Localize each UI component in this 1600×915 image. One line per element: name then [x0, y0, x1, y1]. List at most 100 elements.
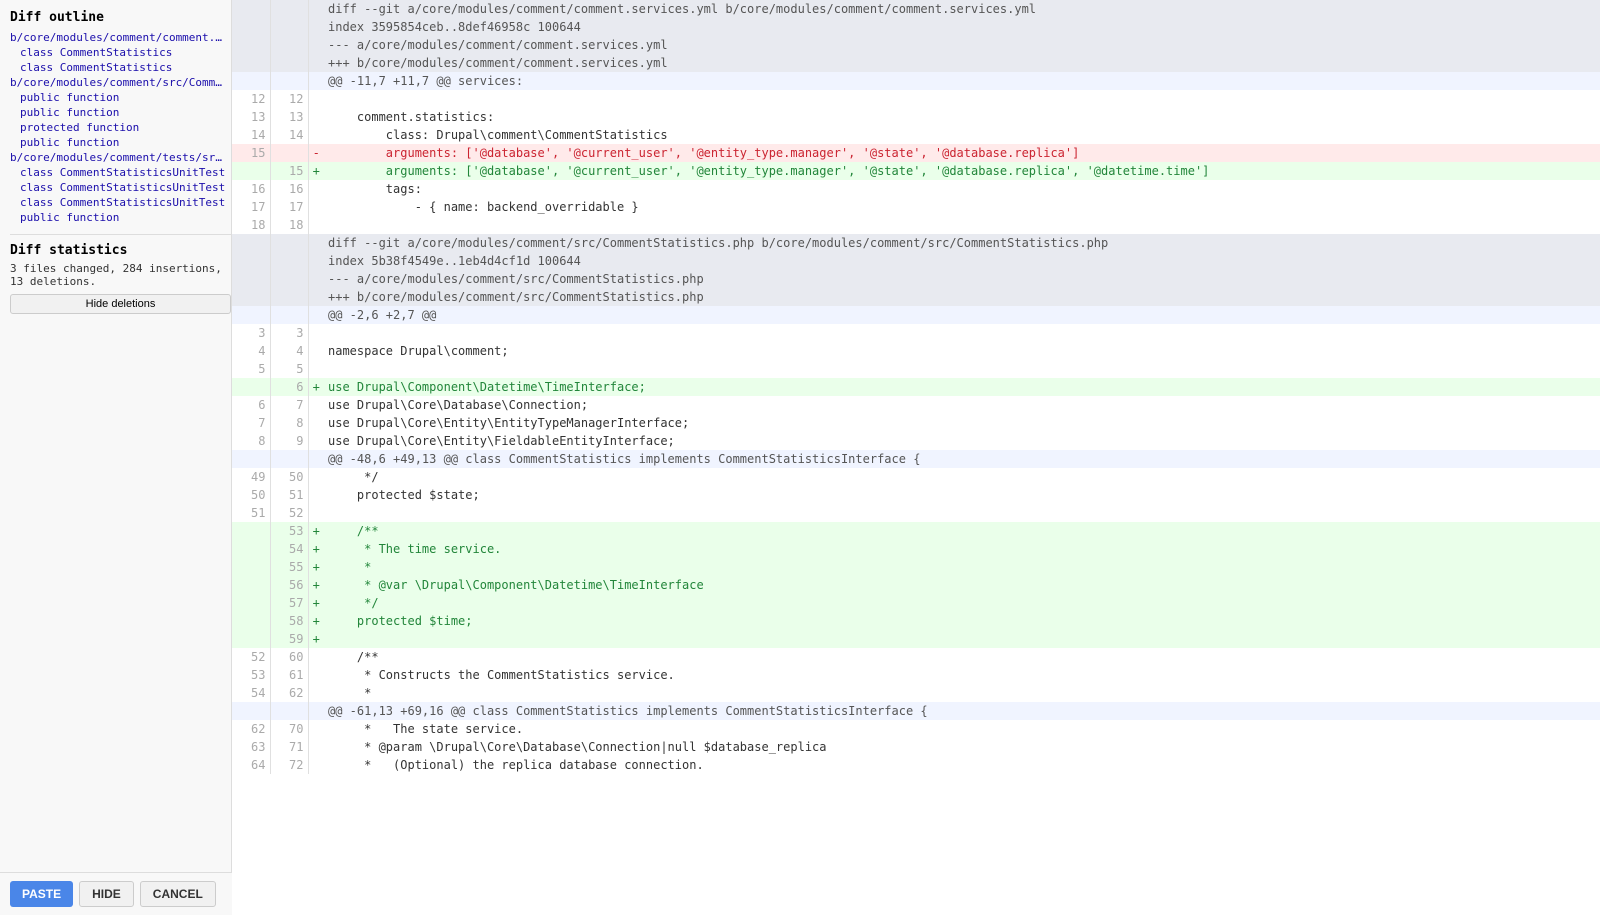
line-num-right [270, 702, 308, 720]
sidebar-indent-2-0[interactable]: public function [10, 91, 231, 104]
line-num-left: 50 [232, 486, 270, 504]
line-num-right: 4 [270, 342, 308, 360]
diff-sign [308, 702, 324, 720]
table-row: 67use Drupal\Core\Database\Connection; [232, 396, 1600, 414]
line-num-right: 51 [270, 486, 308, 504]
diff-sign [308, 684, 324, 702]
diff-sign [308, 18, 324, 36]
table-row: 55 [232, 360, 1600, 378]
sidebar-file-3[interactable]: b/core/modules/comment/tests/src/Unit/Co… [10, 151, 231, 164]
cancel-button[interactable]: CANCEL [140, 881, 216, 907]
sidebar-indent-3-0[interactable]: class CommentStatisticsUnitTest [10, 166, 231, 179]
sidebar-indent-2-1[interactable]: public function [10, 106, 231, 119]
diff-code: class: Drupal\comment\CommentStatistics [324, 126, 1600, 144]
table-row: 6+use Drupal\Component\Datetime\TimeInte… [232, 378, 1600, 396]
table-row: 5051 protected $state; [232, 486, 1600, 504]
diff-main: diff --git a/core/modules/comment/commen… [232, 0, 1600, 915]
diff-code: * The state service. [324, 720, 1600, 738]
line-num-right [270, 450, 308, 468]
diff-sign [308, 414, 324, 432]
line-num-right: 8 [270, 414, 308, 432]
table-row: 6371 * @param \Drupal\Core\Database\Conn… [232, 738, 1600, 756]
table-row: --- a/core/modules/comment/comment.servi… [232, 36, 1600, 54]
line-num-right [270, 252, 308, 270]
line-num-left [232, 630, 270, 648]
line-num-right: 14 [270, 126, 308, 144]
line-num-left: 53 [232, 666, 270, 684]
diff-code: use Drupal\Core\Entity\EntityTypeManager… [324, 414, 1600, 432]
diff-sign: + [308, 378, 324, 396]
diff-code: * (Optional) the replica database connec… [324, 756, 1600, 774]
line-num-left: 14 [232, 126, 270, 144]
line-num-left [232, 252, 270, 270]
table-row: index 5b38f4549e..1eb4d4cf1d 100644 [232, 252, 1600, 270]
diff-sign [308, 360, 324, 378]
sidebar-indent-2-2[interactable]: protected function [10, 121, 231, 134]
line-num-left: 4 [232, 342, 270, 360]
sidebar-indent-3-3[interactable]: public function [10, 211, 231, 224]
sidebar-file-1[interactable]: b/core/modules/comment/comment.services.… [10, 31, 231, 44]
diff-code: use Drupal\Component\Datetime\TimeInterf… [324, 378, 1600, 396]
diff-code: /** [324, 648, 1600, 666]
line-num-right [270, 144, 308, 162]
table-row: 15- arguments: ['@database', '@current_u… [232, 144, 1600, 162]
diff-sign: - [308, 144, 324, 162]
line-num-left [232, 306, 270, 324]
diff-code: protected $time; [324, 612, 1600, 630]
diff-sign [308, 36, 324, 54]
diff-code: arguments: ['@database', '@current_user'… [324, 162, 1600, 180]
table-row: 4950 */ [232, 468, 1600, 486]
sidebar-indent-3-1[interactable]: class CommentStatisticsUnitTest [10, 181, 231, 194]
line-num-right: 15 [270, 162, 308, 180]
sidebar-indent-3-2[interactable]: class CommentStatisticsUnitTest [10, 196, 231, 209]
line-num-left [232, 594, 270, 612]
line-num-right [270, 0, 308, 18]
table-row: 53+ /** [232, 522, 1600, 540]
diff-sign [308, 54, 324, 72]
diff-code: arguments: ['@database', '@current_user'… [324, 144, 1600, 162]
table-row: 56+ * @var \Drupal\Component\Datetime\Ti… [232, 576, 1600, 594]
line-num-right: 59 [270, 630, 308, 648]
table-row: 58+ protected $time; [232, 612, 1600, 630]
diff-code: diff --git a/core/modules/comment/commen… [324, 0, 1600, 18]
diff-stats-title: Diff statistics [10, 243, 231, 258]
diff-code: * The time service. [324, 540, 1600, 558]
diff-sign [308, 90, 324, 108]
diff-sign [308, 450, 324, 468]
diff-code: --- a/core/modules/comment/comment.servi… [324, 36, 1600, 54]
diff-sign [308, 252, 324, 270]
diff-sign [308, 198, 324, 216]
hide-button[interactable]: HIDE [79, 881, 134, 907]
diff-code: use Drupal\Core\Database\Connection; [324, 396, 1600, 414]
line-num-left [232, 450, 270, 468]
line-num-left: 13 [232, 108, 270, 126]
line-num-left [232, 270, 270, 288]
hide-deletions-button[interactable]: Hide deletions [10, 294, 231, 314]
table-row: 78use Drupal\Core\Entity\EntityTypeManag… [232, 414, 1600, 432]
line-num-left: 6 [232, 396, 270, 414]
line-num-left [232, 702, 270, 720]
diff-code: @@ -2,6 +2,7 @@ [324, 306, 1600, 324]
line-num-right: 50 [270, 468, 308, 486]
line-num-right [270, 270, 308, 288]
table-row: +++ b/core/modules/comment/src/CommentSt… [232, 288, 1600, 306]
line-num-left [232, 0, 270, 18]
table-row: 89use Drupal\Core\Entity\FieldableEntity… [232, 432, 1600, 450]
line-num-right [270, 54, 308, 72]
sidebar-divider [10, 234, 231, 235]
sidebar-file-2[interactable]: b/core/modules/comment/src/CommentStatis… [10, 76, 231, 89]
table-row: 5260 /** [232, 648, 1600, 666]
line-num-right: 55 [270, 558, 308, 576]
table-row: 5361 * Constructs the CommentStatistics … [232, 666, 1600, 684]
diff-code: namespace Drupal\comment; [324, 342, 1600, 360]
table-row: diff --git a/core/modules/comment/src/Co… [232, 234, 1600, 252]
sidebar-indent-1-0[interactable]: class CommentStatistics [10, 46, 231, 59]
table-row: 5462 * [232, 684, 1600, 702]
line-num-left [232, 378, 270, 396]
line-num-right: 18 [270, 216, 308, 234]
diff-sign: + [308, 594, 324, 612]
paste-button[interactable]: PASTE [10, 881, 73, 907]
sidebar-indent-2-3[interactable]: public function [10, 136, 231, 149]
sidebar-indent-1-1[interactable]: class CommentStatistics [10, 61, 231, 74]
line-num-right [270, 36, 308, 54]
